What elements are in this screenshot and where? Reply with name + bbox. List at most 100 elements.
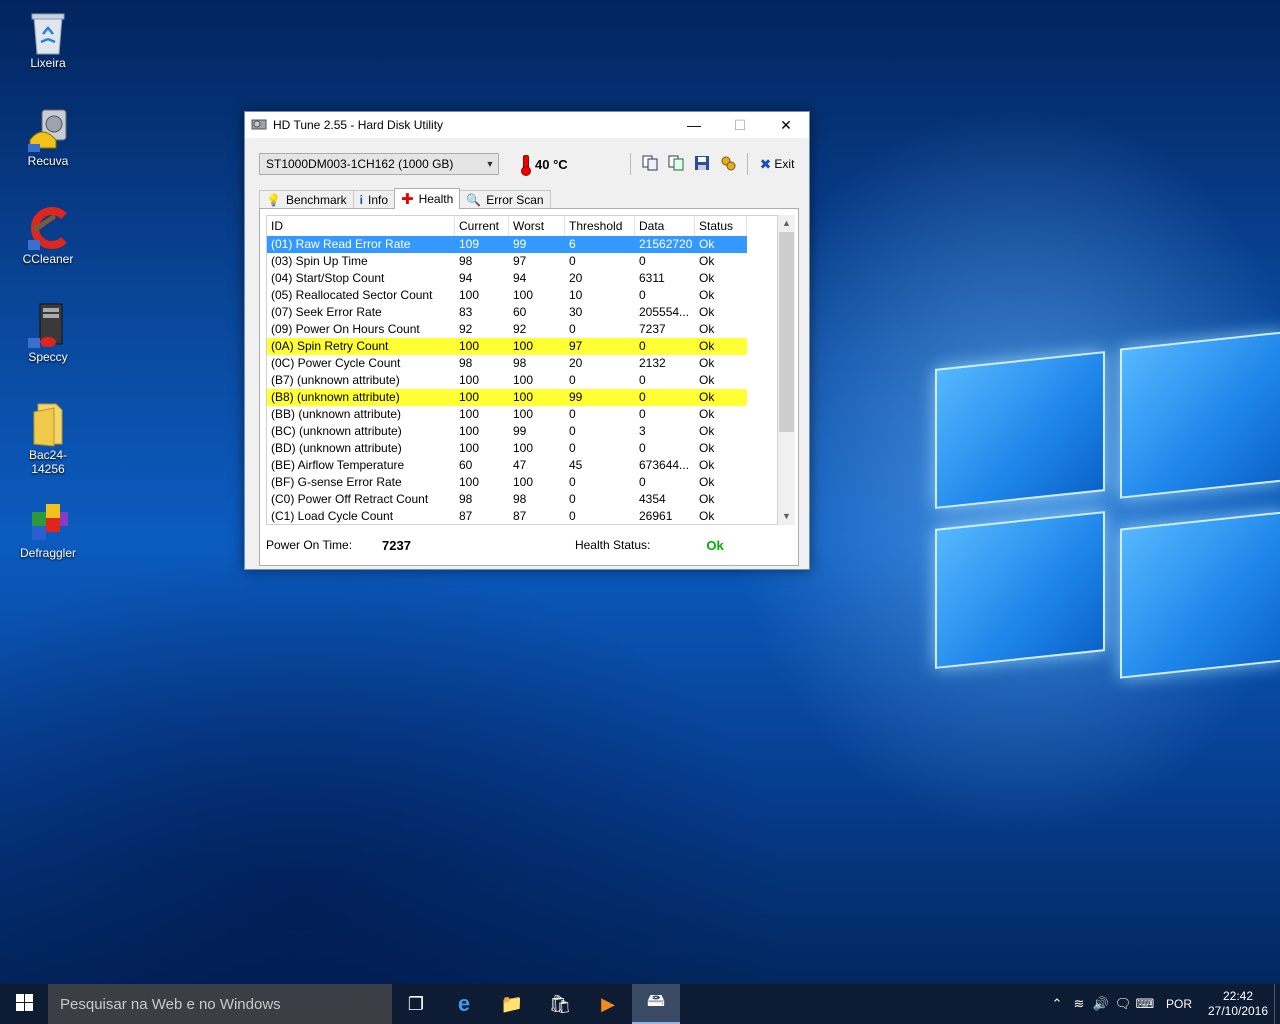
drive-select[interactable]: ST1000DM003-1CH162 (1000 GB) ▼ [259,153,499,175]
scrollbar-thumb[interactable] [779,232,794,432]
tab-benchmark[interactable]: 💡 Benchmark [259,190,354,209]
cell-data: 0 [635,372,695,389]
column-header-worst[interactable]: Worst [509,216,565,236]
cell-threshold: 20 [565,355,635,372]
show-desktop-button[interactable] [1274,984,1280,1024]
desktop-icon-defraggler[interactable]: Defraggler [12,498,84,560]
start-button[interactable] [0,984,48,1024]
hdtune-window: HD Tune 2.55 - Hard Disk Utility — ☐ ✕ S… [244,111,810,570]
store-bag-icon: 🛍 [548,993,572,1014]
media-player-icon: ▶ [601,993,615,1014]
cell-id: (03) Spin Up Time [267,253,455,270]
cell-threshold: 0 [565,508,635,524]
cell-worst: 100 [509,406,565,423]
column-header-threshold[interactable]: Threshold [565,216,635,236]
close-button[interactable]: ✕ [763,112,809,138]
tab-error-scan[interactable]: 🔍 Error Scan [459,190,551,209]
column-header-current[interactable]: Current [455,216,509,236]
table-row[interactable]: (07) Seek Error Rate 83 60 30 205554... Ok [267,304,777,321]
desktop-icon-recuva[interactable]: Recuva [12,106,84,168]
desktop-icon-lixeira[interactable]: Lixeira [12,8,84,70]
toolbar: ST1000DM003-1CH162 (1000 GB) ▼ 40 °C ✖ E… [259,150,799,178]
desktop-icon-ccleaner[interactable]: CCleaner [12,204,84,266]
power-on-label: Power On Time: [266,538,353,552]
cell-worst: 100 [509,440,565,457]
cell-status: Ok [695,457,747,474]
cell-worst: 47 [509,457,565,474]
media-player-button[interactable]: ▶ [584,984,632,1024]
cell-current: 100 [455,389,509,406]
cell-worst: 94 [509,270,565,287]
desktop-icon-speccy[interactable]: Speccy [12,302,84,364]
table-row[interactable]: (C0) Power Off Retract Count 98 98 0 4354 Ok [267,491,777,508]
table-row[interactable]: (C1) Load Cycle Count 87 87 0 26961 Ok [267,508,777,524]
column-header-status[interactable]: Status [695,216,747,236]
table-row[interactable]: (BF) G-sense Error Rate 100 100 0 0 Ok [267,474,777,491]
table-row[interactable]: (BE) Airflow Temperature 60 47 45 673644... O… [267,457,777,474]
table-row[interactable]: (09) Power On Hours Count 92 92 0 7237 Ok [267,321,777,338]
table-row[interactable]: (03) Spin Up Time 98 97 0 0 Ok [267,253,777,270]
scroll-up-arrow-icon[interactable]: ▲ [778,215,795,232]
cell-threshold: 20 [565,270,635,287]
exit-button[interactable]: ✖ Exit [760,156,795,173]
store-button[interactable]: 🛍 [536,984,584,1024]
cell-status: Ok [695,406,747,423]
keyboard-icon[interactable]: ⌨ [1134,996,1156,1012]
minimize-button[interactable]: — [671,112,717,138]
volume-icon[interactable]: 🔊 [1090,996,1112,1012]
cell-current: 100 [455,338,509,355]
cell-data: 0 [635,406,695,423]
table-row[interactable]: (BD) (unknown attribute) 100 100 0 0 Ok [267,440,777,457]
cell-id: (C1) Load Cycle Count [267,508,455,524]
cell-worst: 100 [509,287,565,304]
tab-info[interactable]: i Info [352,190,396,209]
network-wifi-icon[interactable]: ≋ [1068,996,1090,1012]
power-on-value: 7237 [382,537,411,553]
file-explorer-button[interactable]: 📁 [488,984,536,1024]
cell-status: Ok [695,287,747,304]
cell-worst: 100 [509,372,565,389]
language-indicator[interactable]: POR [1166,997,1192,1011]
cell-current: 100 [455,474,509,491]
table-row[interactable]: (BB) (unknown attribute) 100 100 0 0 Ok [267,406,777,423]
health-summary: Power On Time: 7237 Health Status: Ok [266,535,796,555]
table-row[interactable]: (BC) (unknown attribute) 100 99 0 3 Ok [267,423,777,440]
table-row[interactable]: (01) Raw Read Error Rate 109 99 6 21562720 Ok [267,236,777,253]
table-row[interactable]: (05) Reallocated Sector Count 100 100 10 0 Ok [267,287,777,304]
table-row[interactable]: (0C) Power Cycle Count 98 98 20 2132 Ok [267,355,777,372]
taskbar-search-box[interactable]: Pesquisar na Web e no Windows [48,984,392,1024]
cell-id: (BE) Airflow Temperature [267,457,455,474]
window-title: HD Tune 2.55 - Hard Disk Utility [273,118,444,132]
options-button[interactable] [717,153,739,175]
smart-attributes-table[interactable]: ID Current Worst Threshold Data Status (… [266,215,778,525]
save-button[interactable] [691,153,713,175]
edge-button[interactable]: e [440,984,488,1024]
chevron-up-icon[interactable]: ⌃ [1046,996,1068,1012]
defraggler-icon [26,498,70,542]
tab-health[interactable]: ✚ Health [394,188,461,209]
copy-text-button[interactable] [639,153,661,175]
title-bar[interactable]: HD Tune 2.55 - Hard Disk Utility — ☐ ✕ [245,112,809,138]
table-scrollbar[interactable]: ▲ ▼ [778,215,795,525]
column-header-data[interactable]: Data [635,216,695,236]
table-row[interactable]: (04) Start/Stop Count 94 94 20 6311 Ok [267,270,777,287]
scroll-down-arrow-icon[interactable]: ▼ [778,508,795,525]
maximize-button[interactable]: ☐ [717,112,763,138]
cell-worst: 100 [509,389,565,406]
task-view-button[interactable]: ❐ [392,984,440,1024]
desktop-icon-bac24[interactable]: Bac24- 14256 [12,400,84,476]
desktop-icon-label: Bac24- 14256 [28,448,68,476]
cell-worst: 100 [509,338,565,355]
action-center-icon[interactable]: 🗨 [1112,996,1134,1012]
table-row[interactable]: (0A) Spin Retry Count 100 100 97 0 Ok [267,338,777,355]
cell-worst: 99 [509,423,565,440]
table-row[interactable]: (B7) (unknown attribute) 100 100 0 0 Ok [267,372,777,389]
cell-status: Ok [695,491,747,508]
clock[interactable]: 22:42 27/10/2016 [1202,989,1274,1019]
table-row[interactable]: (B8) (unknown attribute) 100 100 99 0 Ok [267,389,777,406]
cell-current: 100 [455,372,509,389]
chevron-down-icon: ▼ [485,159,495,169]
hdtune-taskbar-button[interactable]: 🖴 [632,984,680,1024]
copy-screenshot-button[interactable] [665,153,687,175]
column-header-id[interactable]: ID [267,216,455,236]
